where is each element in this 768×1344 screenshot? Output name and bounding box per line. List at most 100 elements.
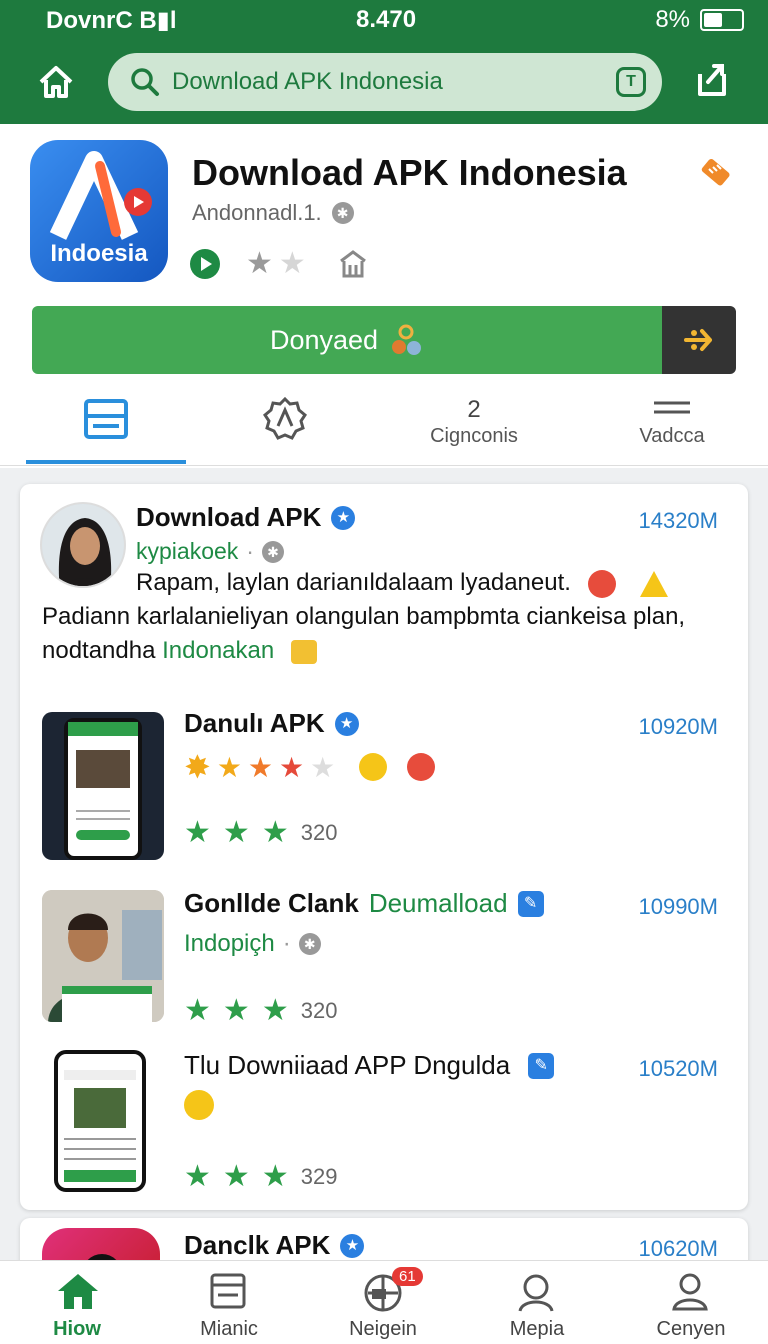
details-icon [84,399,128,439]
tab-label: Cignconis [430,425,518,447]
item-title: Tlu Downiiaad APP Dngulda [184,1050,511,1080]
featured-description: Rapam, laylan darianıldalaam lyadaneut. … [42,566,722,668]
notification-badge: 61 [392,1267,423,1286]
item-size: 10520M [638,1056,718,1081]
item-title: Danclk APK [184,1230,331,1260]
desc-text: nodtandha [42,637,163,664]
list-item[interactable]: Danulı APK 10920M ✸ ★ ★ ★ ★ ★ ★ ★ 320 [20,708,748,860]
nav-mianic[interactable]: Mianic [152,1261,306,1344]
star-icon: ★ [261,1160,289,1193]
desc-line: Rapam, laylan darianıldalaam lyadaneut. [42,566,722,600]
app-screenshot-thumb [42,890,164,1022]
store-icon[interactable] [338,249,368,279]
laugh-emoji-icon [184,1090,214,1120]
tag-icon[interactable]: T [616,67,646,97]
sun-icon: ✸ [184,749,211,785]
emoji-row [184,1090,214,1120]
colored-rating: ✸ ★ ★ ★ ★ [184,748,436,786]
rating-row: ★ ★ ★ 329 [184,1162,337,1192]
desc-line: nodtandha Indonakan [42,634,722,668]
settings-icon: ✱ [298,933,321,955]
home-icon[interactable] [36,62,76,102]
item-title-row: Gonllde Clank Deumalload [184,888,544,919]
star-icon: ★ [261,816,289,849]
verified-icon [340,1233,365,1258]
rating-count: 320 [300,820,338,845]
triangle-emoji-icon [640,570,669,597]
tab-versions[interactable]: Vadcca [592,388,752,466]
app-bar: DovnrC B▮l 8.470 8% Download APK Indones… [0,0,768,124]
item-subtitle-row: Indopiçh · ✱ [184,930,321,958]
tab-reviews[interactable] [205,388,365,466]
list-item[interactable]: Tlu Downiiaad APP Dngulda 10520M ★ ★ ★ 3… [20,1050,748,1200]
person-photo-icon [42,890,164,1022]
list-item[interactable]: Gonllde Clank Deumalload 10990M Indopiçh… [20,888,748,1026]
settings-icon: ✱ [331,202,354,224]
featured-title[interactable]: Download APK [136,502,321,533]
desc-link[interactable]: Indonakan [162,637,274,664]
app-title: Download APK Indonesia [192,152,627,193]
star-icon: ★ [222,994,250,1027]
item-title-row: Tlu Downiiaad APP Dngulda [184,1050,555,1081]
search-person-icon [518,1274,554,1312]
star-icon: ★ [184,1160,211,1193]
search-bar[interactable]: Download APK Indonesia T [108,53,662,111]
list-box-icon [210,1273,246,1309]
featured-subtitle-row: kypiakoek · ✱ [136,538,284,565]
desc-text: Rapam, laylan darianıldalaam lyadaneut. [136,569,571,596]
angry-emoji-icon [587,569,616,598]
label-tag-icon[interactable] [696,154,734,192]
search-icon [131,68,159,96]
star-icon: ★ [247,751,274,783]
download-button[interactable]: Donyaed [32,306,662,374]
nav-notifications[interactable]: 61 Neigein [306,1261,460,1344]
app-screenshot-thumb [42,1050,164,1192]
rating-row: ★ ★ ★ 320 [184,996,337,1026]
share-button[interactable] [662,306,736,374]
clock: 8.470 [356,6,417,33]
sticker-icon [290,639,317,664]
developer-name[interactable]: Andonnadl.1. [192,200,322,226]
home-icon [58,1274,98,1309]
star-icon: ★ [222,1160,250,1193]
rating-row: ★ ★ ★ 320 [184,818,337,848]
nav-label: Mianic [200,1318,258,1340]
tab-bar: 2 Cignconis Vadcca [0,388,768,466]
share-icon[interactable] [692,60,732,100]
star-icon: ★ [184,994,211,1027]
download-label: Donyaed [269,324,379,355]
star-icon: ★ [261,994,289,1027]
star-icon: ★ [279,751,305,783]
nav-media[interactable]: Mepia [460,1261,614,1344]
laugh-emoji-icon [359,753,388,781]
nav-home[interactable]: Hiow [0,1261,154,1344]
featured-subtitle[interactable]: kypiakoek [136,538,238,565]
featured-size: 14320M [638,508,718,533]
angry-emoji-icon [407,753,436,781]
rating-count: 329 [300,1164,338,1189]
tab-count: 2 [467,396,481,423]
app-logo-icon [49,151,152,240]
play-icon[interactable] [190,248,220,279]
item-title: Danulı APK [184,708,325,738]
edit-badge-icon [528,1052,555,1079]
nav-profile[interactable]: Cenyen [614,1261,768,1344]
edit-badge-icon [517,890,544,917]
download-badge-icon [392,324,422,355]
star-icon: ★ [222,816,250,849]
verified-icon [334,711,359,736]
search-query: Download APK Indonesia [172,68,443,95]
item-title-row: Danulı APK [184,708,359,739]
star-icon: ★ [216,751,242,783]
app-icon: Indoesia [30,140,168,282]
share-arrow-icon [684,329,712,351]
battery-percent: 8% [655,6,690,33]
battery-icon [700,9,744,31]
item-subtitle[interactable]: Indopiçh [184,930,275,958]
tab-comments[interactable]: 2 Cignconis [394,388,554,466]
status-bar: DovnrC B▮l 8.470 8% [0,6,768,36]
tab-details[interactable] [26,388,186,466]
star-icon: ★ [184,816,211,849]
nav-label: Cenyen [656,1318,726,1340]
developer-line: Andonnadl.1. ✱ [192,200,354,226]
